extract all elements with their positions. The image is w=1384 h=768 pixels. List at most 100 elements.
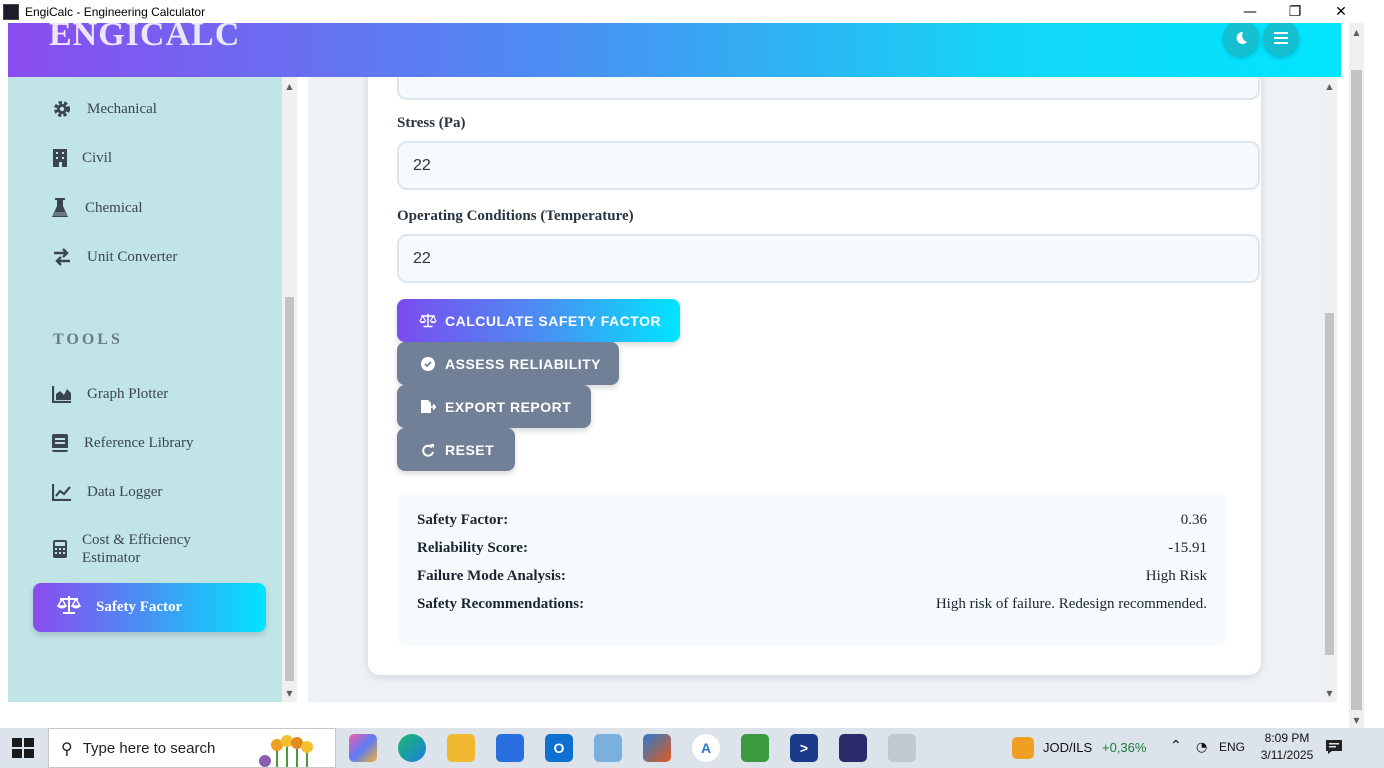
export-report-button[interactable]: EXPORT REPORT — [397, 385, 591, 428]
matlab-icon[interactable] — [643, 734, 671, 762]
brand-logo[interactable]: ENGICALC — [49, 23, 240, 54]
sidebar-item-civil[interactable]: Civil — [8, 138, 282, 178]
result-reliability-score: Reliability Score: -15.91 — [417, 540, 1207, 560]
edge-browser-icon[interactable] — [398, 734, 426, 762]
engicalc-app-icon[interactable] — [839, 734, 867, 762]
balance-scale-icon — [56, 595, 82, 620]
window-scrollbar-thumb[interactable] — [1351, 70, 1362, 710]
taskbar-search[interactable]: ⚲ Type here to search — [48, 728, 336, 768]
building-icon — [50, 148, 70, 168]
stress-input[interactable]: 22 — [397, 141, 1260, 190]
calculator-icon — [50, 539, 70, 559]
computer-icon[interactable] — [594, 734, 622, 762]
theme-toggle-button[interactable] — [1223, 23, 1259, 56]
main-scrollbar[interactable]: ▲ ▼ — [1322, 77, 1337, 702]
wifi-icon[interactable]: ◔ — [1196, 740, 1207, 755]
assess-reliability-button[interactable]: ASSESS RELIABILITY — [397, 342, 619, 385]
main-scrollbar-thumb[interactable] — [1325, 313, 1334, 655]
sidebar-item-safety-factor[interactable]: Safety Factor — [33, 583, 266, 632]
sidebar-item-cost-efficiency-estimator[interactable]: Cost & Efficiency Estimator — [8, 529, 282, 569]
ticker-label[interactable]: JOD/ILS — [1043, 740, 1092, 755]
taskbar: ⚲ Type here to search O A > JOD/ILS +0,3… — [0, 728, 1384, 768]
sidebar-item-label: Civil — [82, 150, 113, 166]
copilot-app-icon[interactable] — [349, 734, 377, 762]
main-content: Stress (Pa) 22 Operating Conditions (Tem… — [308, 77, 1322, 702]
sidebar-item-data-logger[interactable]: Data Logger — [8, 472, 282, 512]
ticker-value[interactable]: +0,36% — [1102, 740, 1146, 755]
paint-app-icon[interactable] — [888, 734, 916, 762]
button-label: ASSESS RELIABILITY — [445, 355, 602, 372]
button-label: RESET — [445, 441, 495, 458]
button-label: EXPORT REPORT — [445, 398, 572, 415]
clock-date[interactable]: 3/11/2025 — [1257, 748, 1317, 762]
exchange-arrows-icon — [52, 247, 72, 267]
scroll-down-arrow-icon[interactable]: ▼ — [282, 686, 297, 700]
minimize-button[interactable]: — — [1227, 0, 1273, 23]
results-panel: Safety Factor: 0.36 Reliability Score: -… — [397, 493, 1227, 645]
result-value: -15.91 — [1168, 540, 1207, 556]
result-key: Reliability Score: — [417, 540, 528, 556]
scroll-up-arrow-icon[interactable]: ▲ — [1322, 79, 1337, 93]
menu-button[interactable] — [1263, 23, 1299, 56]
sidebar-item-label: Mechanical — [87, 101, 157, 117]
check-circle-icon — [419, 355, 437, 373]
stress-label: Stress (Pa) — [397, 115, 466, 131]
microsoft-store-icon[interactable] — [496, 734, 524, 762]
tray-chevron-up-icon[interactable]: ⌃ — [1170, 738, 1182, 754]
clock-time[interactable]: 8:09 PM — [1259, 731, 1315, 745]
button-label: CALCULATE SAFETY FACTOR — [445, 312, 662, 329]
scroll-down-arrow-icon[interactable]: ▼ — [1349, 713, 1364, 727]
line-chart-icon — [52, 482, 72, 502]
outlook-icon[interactable]: O — [545, 734, 573, 762]
calculate-safety-factor-button[interactable]: CALCULATE SAFETY FACTOR — [397, 299, 680, 342]
result-value: High Risk — [1145, 568, 1207, 584]
sidebar-item-graph-plotter[interactable]: Graph Plotter — [8, 374, 282, 414]
project-app-icon[interactable] — [741, 734, 769, 762]
app-icon — [3, 3, 19, 20]
previous-input-field[interactable] — [397, 77, 1260, 100]
book-icon — [50, 433, 70, 453]
sidebar-item-unit-converter[interactable]: Unit Converter — [8, 237, 282, 277]
sidebar-item-label: Chemical — [85, 200, 143, 216]
scroll-up-arrow-icon[interactable]: ▲ — [1349, 25, 1364, 39]
close-button[interactable]: ✕ — [1318, 0, 1364, 23]
redo-arrow-icon — [419, 441, 437, 459]
sidebar-scrollbar-thumb[interactable] — [285, 297, 294, 681]
powershell-icon[interactable]: > — [790, 734, 818, 762]
reset-button[interactable]: RESET — [397, 428, 515, 471]
scroll-up-arrow-icon[interactable]: ▲ — [282, 79, 297, 93]
result-safety-factor: Safety Factor: 0.36 — [417, 512, 1207, 532]
sidebar-item-reference-library[interactable]: Reference Library — [8, 423, 282, 463]
sidebar-item-chemical[interactable]: Chemical — [8, 188, 282, 228]
sidebar-scrollbar[interactable]: ▲ ▼ — [282, 77, 297, 702]
sidebar-item-label: Safety Factor — [96, 599, 183, 615]
ticker-icon[interactable] — [1012, 737, 1034, 759]
app-a-icon[interactable]: A — [692, 734, 720, 762]
result-failure-mode: Failure Mode Analysis: High Risk — [417, 568, 1207, 588]
sidebar-item-label: Reference Library — [84, 435, 194, 451]
sidebar: Mechanical Civil Chemical Unit Converter… — [8, 77, 282, 702]
moon-icon — [1236, 31, 1247, 44]
balance-scale-icon — [419, 312, 437, 330]
result-value: High risk of failure. Redesign recommend… — [935, 596, 1207, 612]
window-titlebar: EngiCalc - Engineering Calculator — ❐ ✕ — [0, 0, 1384, 23]
gear-icon — [52, 99, 72, 119]
file-export-icon — [419, 398, 437, 416]
hamburger-menu-icon — [1274, 32, 1288, 44]
flask-icon — [50, 198, 70, 218]
notification-icon[interactable] — [1325, 738, 1343, 759]
safety-factor-card: Stress (Pa) 22 Operating Conditions (Tem… — [368, 77, 1261, 675]
file-explorer-icon[interactable] — [447, 734, 475, 762]
windows-start-icon[interactable] — [12, 738, 34, 758]
sidebar-item-mechanical[interactable]: Mechanical — [8, 89, 282, 129]
operating-conditions-input[interactable]: 22 — [397, 234, 1260, 283]
sidebar-item-label: Unit Converter — [87, 249, 178, 265]
window-scrollbar[interactable]: ▲ ▼ — [1349, 23, 1364, 728]
result-safety-recommendations: Safety Recommendations: High risk of fai… — [417, 596, 1207, 616]
operating-conditions-label: Operating Conditions (Temperature) — [397, 208, 634, 224]
scroll-down-arrow-icon[interactable]: ▼ — [1322, 686, 1337, 700]
language-indicator[interactable]: ENG — [1219, 740, 1245, 754]
sidebar-section-tools: TOOLS — [53, 331, 123, 348]
restore-button[interactable]: ❐ — [1272, 0, 1318, 23]
result-key: Safety Factor: — [417, 512, 509, 528]
